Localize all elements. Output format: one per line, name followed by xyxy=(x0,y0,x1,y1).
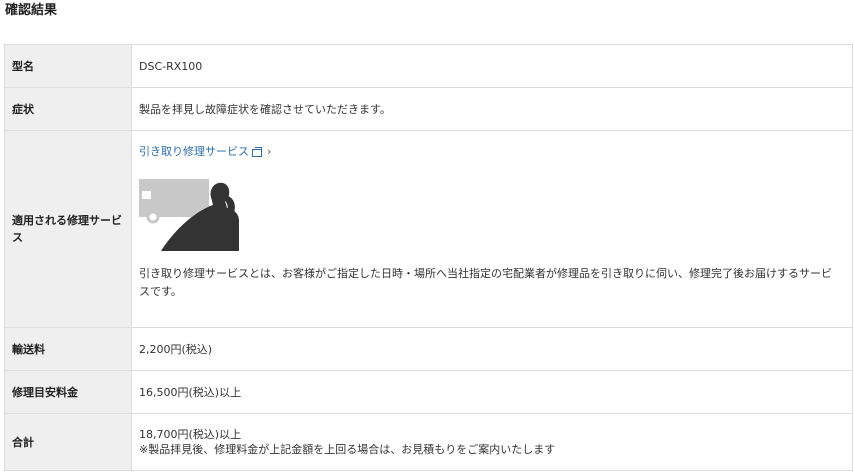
table-row-estimate: 修理目安料金 16,500円(税込)以上 xyxy=(4,370,853,414)
service-value-cell: 引き取り修理サービス › 引き取り修理サービスとは、お客様がご指定した日時・場所… xyxy=(131,130,853,328)
shipping-label: 輸送料 xyxy=(4,327,132,371)
table-row-shipping: 輸送料 2,200円(税込) xyxy=(4,327,853,371)
service-content: 引き取り修理サービス › 引き取り修理サービスとは、お客様がご指定した日時・場所… xyxy=(139,131,852,327)
symptom-value: 製品を拝見し故障症状を確認させていただきます。 xyxy=(131,87,853,131)
page-title: 確認結果 xyxy=(5,3,58,18)
table-row-total: 合計 18,700円(税込)以上 ※製品拝見後、修理料金が上記金額を上回る場合は… xyxy=(4,413,853,471)
external-link-icon xyxy=(252,146,262,157)
table-row-model: 型名 DSC-RX100 xyxy=(4,44,853,88)
total-note: ※製品拝見後、修理料金が上記金額を上回る場合は、お見積もりをご案内いたします xyxy=(139,443,556,456)
total-label: 合計 xyxy=(4,413,132,471)
estimate-label: 修理目安料金 xyxy=(4,370,132,414)
confirmation-result-table: 型名 DSC-RX100 症状 製品を拝見し故障症状を確認させていただきます。 … xyxy=(4,44,853,471)
table-row-service: 適用される修理サービス 引き取り修理サービス › 引き取り修理サービスとは、お客… xyxy=(4,130,853,328)
service-label: 適用される修理サービス xyxy=(4,130,132,328)
total-value: 18,700円(税込)以上 xyxy=(139,428,242,441)
service-description: 引き取り修理サービスとは、お客様がご指定した日時・場所へ当社指定の宅配業者が修理… xyxy=(139,267,832,298)
shipping-value: 2,200円(税込) xyxy=(131,327,853,371)
pickup-repair-service-link[interactable]: 引き取り修理サービス › xyxy=(139,143,271,160)
total-value-cell: 18,700円(税込)以上 ※製品拝見後、修理料金が上記金額を上回る場合は、お見… xyxy=(131,413,853,471)
chevron-right-icon: › xyxy=(267,145,272,158)
symptom-label: 症状 xyxy=(4,87,132,131)
model-label: 型名 xyxy=(4,44,132,88)
estimate-value: 16,500円(税込)以上 xyxy=(131,370,853,414)
table-row-symptom: 症状 製品を拝見し故障症状を確認させていただきます。 xyxy=(4,87,853,131)
model-value: DSC-RX100 xyxy=(131,44,853,88)
pickup-truck-and-courier-illustration xyxy=(139,179,239,251)
service-link-text: 引き取り修理サービス xyxy=(139,145,249,158)
